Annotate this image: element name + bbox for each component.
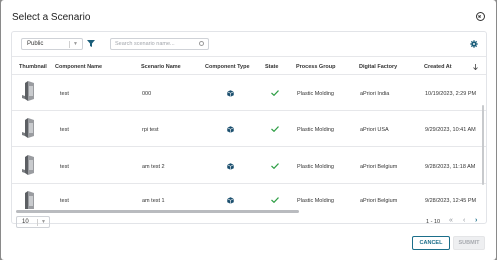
part-thumbnail (22, 118, 34, 138)
first-page-icon[interactable]: « (449, 217, 453, 225)
search-input[interactable]: Search scenario name... (110, 38, 209, 50)
part-thumbnail (22, 81, 34, 101)
cancel-button[interactable]: CANCEL (412, 236, 450, 250)
row-divider (12, 183, 486, 184)
col-scenario-name[interactable]: Scenario Name (141, 64, 181, 70)
scenario-name: am test 2 (142, 164, 165, 170)
header-divider (12, 74, 486, 75)
next-page-icon[interactable]: › (475, 217, 477, 225)
select-divider (37, 219, 38, 226)
process-group: Plastic Molding (297, 198, 334, 204)
col-thumbnail: Thumbnail (19, 64, 47, 70)
created-at: 9/28/2023, 12:45 PM (425, 198, 477, 204)
digital-factory: aPriori Belgium (360, 164, 398, 170)
process-group: Plastic Molding (297, 164, 334, 170)
digital-factory: aPriori India (360, 91, 390, 97)
cube-icon (227, 163, 234, 170)
created-at: 10/19/2023, 2:29 PM (425, 91, 477, 97)
col-process-group[interactable]: Process Group (296, 64, 335, 70)
process-group: Plastic Molding (297, 91, 334, 97)
row-divider (12, 146, 486, 147)
page-size-select[interactable]: 10 ▼ (16, 216, 50, 228)
visibility-value: Public (27, 41, 44, 47)
col-state[interactable]: State (265, 64, 278, 70)
horizontal-scrollbar[interactable] (16, 210, 299, 213)
toolbar-divider (12, 56, 486, 57)
created-at: 9/29/2023, 10:41 AM (425, 127, 476, 133)
gear-icon[interactable] (470, 40, 478, 48)
col-component-name[interactable]: Component Name (55, 64, 102, 70)
chevron-down-icon: ▼ (73, 41, 78, 47)
digital-factory: aPriori Belgium (360, 198, 398, 204)
component-name: test (60, 127, 69, 133)
col-created-at[interactable]: Created At (424, 64, 452, 70)
scenario-name: 000 (142, 91, 152, 97)
part-thumbnail (25, 191, 34, 209)
component-name: test (60, 198, 69, 204)
vertical-scrollbar[interactable] (482, 105, 484, 185)
process-group: Plastic Molding (297, 127, 334, 133)
cube-icon (227, 90, 234, 97)
check-icon (271, 163, 279, 169)
check-icon (271, 90, 279, 96)
part-thumbnail (22, 155, 34, 175)
scenario-name: rpi test (142, 127, 159, 133)
visibility-select[interactable]: Public ▼ (21, 38, 83, 50)
select-scenario-dialog: Select a Scenario Public ▼ Search scenar… (1, 0, 496, 260)
page-size-value: 10 (22, 219, 29, 225)
cube-icon (227, 197, 234, 204)
row-divider (12, 110, 486, 111)
filter-icon[interactable] (87, 40, 95, 47)
scenario-name: am test 1 (142, 198, 165, 204)
component-name: test (60, 91, 69, 97)
check-icon (271, 126, 279, 132)
search-placeholder: Search scenario name... (115, 41, 175, 47)
page-range: 1 - 10 (426, 219, 441, 225)
col-digital-factory[interactable]: Digital Factory (359, 64, 397, 70)
search-icon (199, 41, 204, 46)
component-name: test (60, 164, 69, 170)
check-icon (271, 197, 279, 203)
digital-factory: aPriori USA (360, 127, 389, 133)
cube-icon (227, 126, 234, 133)
sort-arrow-icon[interactable] (473, 64, 478, 70)
close-icon[interactable] (476, 12, 485, 21)
prev-page-icon[interactable]: ‹ (463, 217, 465, 225)
scenario-table-panel: Public ▼ Search scenario name... Thumbna… (11, 31, 487, 228)
dialog-title: Select a Scenario (12, 12, 91, 23)
select-divider (69, 41, 70, 48)
col-component-type[interactable]: Component Type (205, 64, 250, 70)
created-at: 9/28/2023, 11:18 AM (425, 164, 476, 170)
chevron-down-icon: ▼ (41, 219, 46, 225)
submit-button[interactable]: SUBMIT (453, 236, 485, 250)
